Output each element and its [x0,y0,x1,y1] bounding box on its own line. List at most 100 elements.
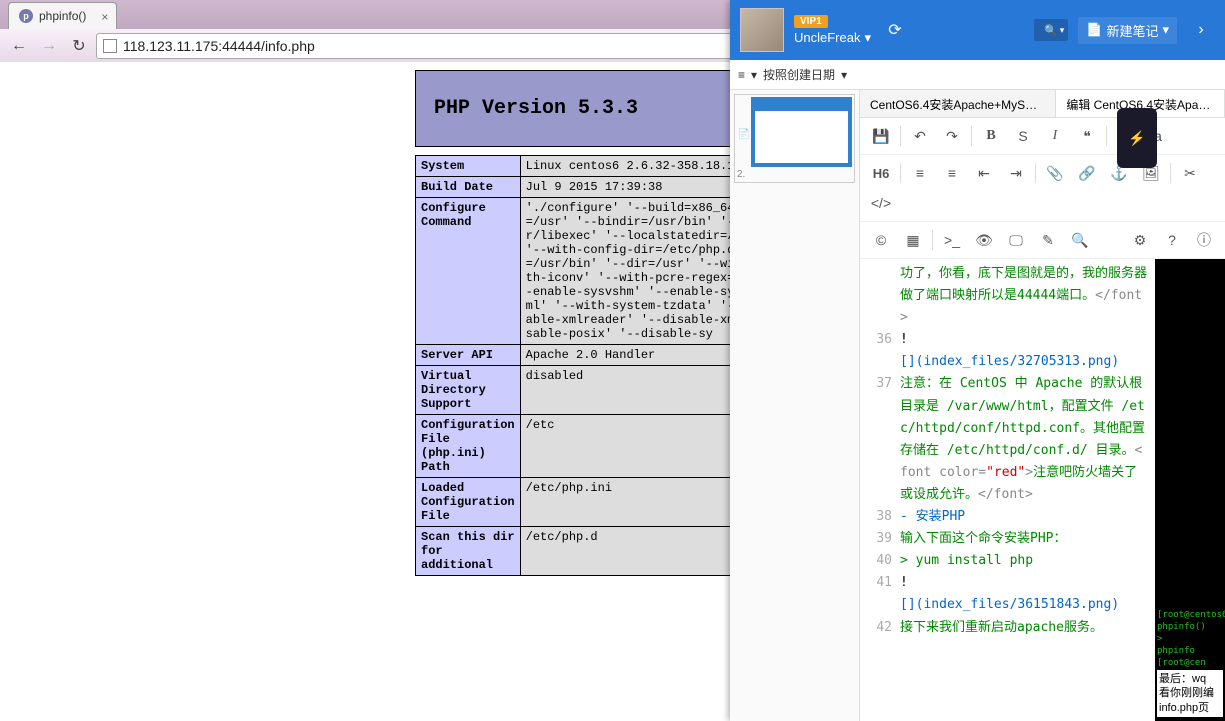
note-tab-1[interactable]: CentOS6.4安装Apache+MySQL+... [860,90,1056,117]
phpinfo-value: disabled [520,366,730,415]
tab-title: phpinfo() [39,9,86,23]
new-note-button[interactable]: 📄 新建笔记 ▾ [1078,17,1177,44]
editor-line[interactable]: 41![](index_files/36151843.png) [860,572,1155,616]
line-number: 38 [860,506,900,528]
indent-icon[interactable]: ⇥ [1001,159,1031,187]
redo-icon[interactable]: ↷ [937,122,967,150]
note-app-panel: VIP1 UncleFreak ▾ ⟳ 🔍 ▾ 📄 新建笔记 ▾ › ≡ ▾ 按… [730,0,1225,721]
outdent-icon[interactable]: ⇤ [969,159,999,187]
terminal-line: phpinfo [1155,645,1225,657]
username-dropdown[interactable]: UncleFreak ▾ [794,30,871,46]
phpinfo-value: Jul 9 2015 17:39:38 [520,177,730,198]
url-text: 118.123.11.175:44444/info.php [123,38,315,54]
help-icon[interactable]: ? [1157,226,1187,254]
favicon-icon: p [19,9,33,23]
phpinfo-value: /etc/php.ini [520,478,730,527]
phpinfo-key: Configure Command [416,198,521,345]
phpinfo-key: Server API [416,345,521,366]
editor-line[interactable]: 38- 安装PHP [860,506,1155,528]
note-tabs: CentOS6.4安装Apache+MySQL+... 编辑 CentOS6.4… [860,90,1225,118]
cut-icon[interactable]: ✂ [1175,159,1205,187]
save-icon[interactable]: 💾 [866,122,896,150]
editor-toolbar-3: ©▦ >_👁🖵✎🔍 ⚙?ⓘ [860,222,1225,259]
avatar[interactable] [740,8,784,52]
preview-terminal: [root@centos6 ~]#phpinfo()>phpinfo[root@… [1155,259,1225,721]
phpinfo-table: SystemLinux centos6 2.6.32-358.18.1.el6.… [415,155,730,576]
chevron-down-icon: ▾ [1060,25,1065,36]
list-icon[interactable]: ≡ [738,68,745,82]
reload-button[interactable]: ↻ [66,33,92,59]
editor-line[interactable]: 40> yum install php [860,550,1155,572]
terminal-line: [root@cen [1155,657,1225,669]
note-thumbnail[interactable]: 📄 2. [734,94,855,183]
copyright-icon[interactable]: © [866,226,896,254]
line-number: 37 [860,373,900,506]
quote-icon[interactable]: ❝ [1072,122,1102,150]
h6-icon[interactable]: H6 [866,159,896,187]
terminal-line: [root@centos6 ~]# [1155,609,1225,621]
ul-icon[interactable]: ≡ [905,159,935,187]
new-note-label: 新建笔记 [1106,21,1158,40]
italic-icon[interactable]: I [1040,122,1070,150]
editor-line[interactable]: 39输入下面这个命令安装PHP： [860,528,1155,550]
note-header: VIP1 UncleFreak ▾ ⟳ 🔍 ▾ 📄 新建笔记 ▾ › [730,0,1225,60]
terminal-icon[interactable]: >_ [937,226,967,254]
phpinfo-key: Build Date [416,177,521,198]
screen-icon[interactable]: 🖵 [1001,226,1031,254]
gear-icon[interactable]: ⚙ [1125,226,1155,254]
eye-icon[interactable]: 👁 [969,226,999,254]
phone-widget-icon[interactable] [1117,108,1157,168]
phpinfo-key: Virtual Directory Support [416,366,521,415]
chevron-down-icon: ▾ [1162,22,1169,38]
phpinfo-key: Configuration File (php.ini) Path [416,415,521,478]
line-number: 39 [860,528,900,550]
forward-button[interactable]: → [36,33,62,59]
vip-badge: VIP1 [794,15,828,28]
code-icon[interactable]: </> [866,189,896,217]
search-input[interactable]: 🔍 ▾ [1034,19,1068,41]
note-list-sidebar: 📄 2. [730,90,860,721]
search-icon[interactable]: 🔍 [1065,226,1095,254]
editor-line[interactable]: 36![](index_files/32705313.png) [860,329,1155,373]
ol-icon[interactable]: ≡ [937,159,967,187]
page-content: PHP Version 5.3.3 SystemLinux centos6 2.… [0,62,730,721]
link-icon[interactable]: 🔗 [1072,159,1102,187]
sync-icon[interactable]: ⟳ [881,16,909,44]
chevron-right-icon[interactable]: › [1187,16,1215,44]
line-number: 41 [860,572,900,616]
tab-close-icon[interactable]: × [101,10,108,24]
note-icon: 📄 [1086,22,1102,38]
back-button[interactable]: ← [6,33,32,59]
phpinfo-key: Loaded Configuration File [416,478,521,527]
chevron-down-icon: ▾ [751,68,757,82]
search-icon: 🔍 [1044,24,1058,37]
thumb-page-icon: 📄 [737,97,749,169]
thumb-preview [751,97,852,167]
undo-icon[interactable]: ↶ [905,122,935,150]
markdown-editor[interactable]: 功了，你看，底下是图就是的，我的服务器做了端口映射所以是44444端口。</fo… [860,259,1155,721]
line-number: 42 [860,617,900,639]
highlight-icon[interactable]: ✎ [1033,226,1063,254]
phpinfo-value: /etc/php.d [520,527,730,576]
phpinfo-key: System [416,156,521,177]
info-icon[interactable]: ⓘ [1189,226,1219,254]
thumb-number: 2. [737,169,852,180]
terminal-line: > [1155,633,1225,645]
bold-icon[interactable]: B [976,122,1006,150]
terminal-line: phpinfo() [1155,621,1225,633]
editor-line[interactable]: 37注意：在 CentOS 中 Apache 的默认根目录是 /var/www/… [860,373,1155,506]
browser-tab[interactable]: p phpinfo() × [8,2,117,29]
sort-label[interactable]: 按照创建日期 [763,66,835,83]
sort-bar: ≡ ▾ 按照创建日期 ▾ [730,60,1225,90]
card-icon[interactable]: ▦ [898,226,928,254]
phpinfo-value: './configure' '--build=x86_64-redhat-' '… [520,198,730,345]
preview-caption: 最后：wq看你刚刚编info.php页 [1157,670,1223,717]
page-icon [103,39,117,53]
phpinfo-key: Scan this dir for additional [416,527,521,576]
editor-line[interactable]: 42接下来我们重新启动apache服务。 [860,617,1155,639]
attach-icon[interactable]: 📎 [1040,159,1070,187]
editor-toolbar-2: H6≡≡⇤⇥📎🔗⚓🖼✂</> [860,155,1225,222]
editor-toolbar: 💾↶↷BSI❝Aa [860,118,1225,155]
phpinfo-value: /etc [520,415,730,478]
strike-icon[interactable]: S [1008,122,1038,150]
